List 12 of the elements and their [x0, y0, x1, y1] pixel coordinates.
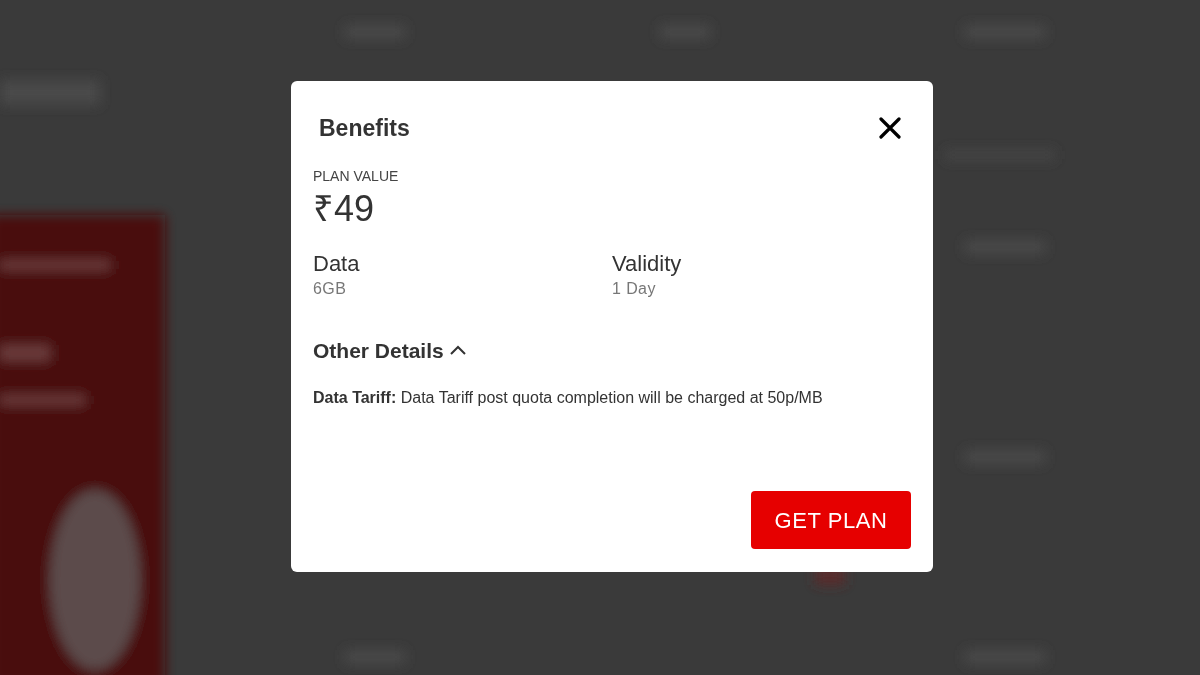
get-plan-button[interactable]: GET PLAN — [751, 491, 911, 549]
details-text: Data Tariff: Data Tariff post quota completion will be charged at 50p/MB — [313, 388, 823, 408]
plan-price: ₹49 — [313, 186, 375, 231]
close-icon[interactable] — [879, 117, 901, 140]
chevron-up-icon — [449, 345, 466, 356]
other-details-toggle[interactable]: Other Details — [313, 334, 466, 366]
spec-label: Validity — [612, 250, 682, 277]
plan-value-label: PLAN VALUE — [313, 166, 399, 186]
dialog-title: Benefits — [319, 114, 410, 143]
spec-value: 6GB — [313, 278, 347, 299]
spec-label: Data — [313, 250, 360, 277]
spec-value: 1 Day — [612, 278, 656, 299]
